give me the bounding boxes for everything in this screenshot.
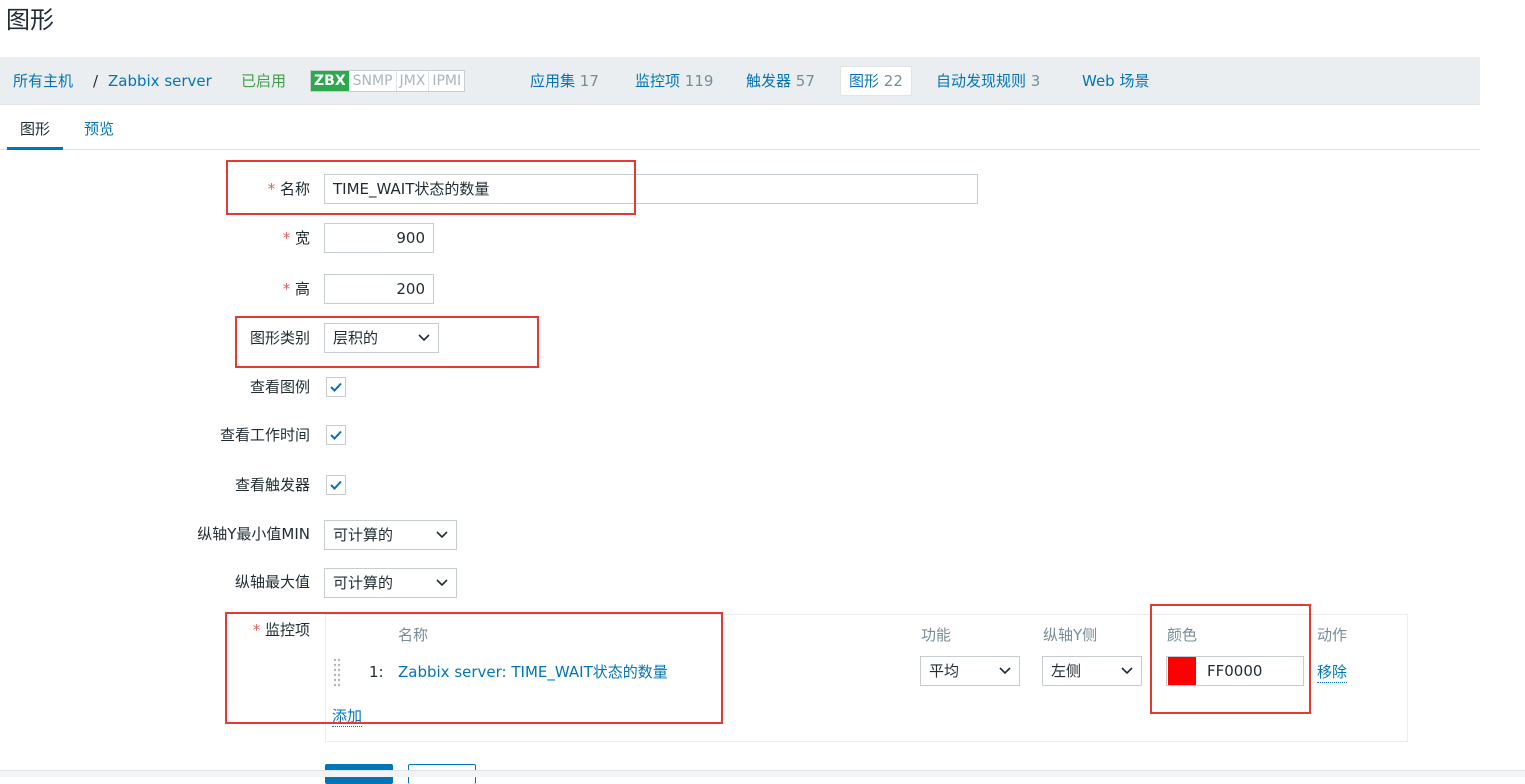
chevron-down-icon xyxy=(1121,667,1133,675)
page-title: 图形 xyxy=(6,6,54,34)
item-index: 1: xyxy=(369,663,384,681)
column-header-function: 功能 xyxy=(921,626,952,644)
color-swatch[interactable] xyxy=(1168,657,1196,685)
show-working-time-checkbox[interactable] xyxy=(326,425,346,445)
column-header-color: 颜色 xyxy=(1167,626,1198,644)
tab-preview[interactable]: 预览 xyxy=(84,119,114,139)
item-axis-select[interactable]: 左侧 xyxy=(1042,656,1142,686)
show-working-time-label: 查看工作时间 xyxy=(219,426,310,444)
show-legend-label: 查看图例 xyxy=(249,378,310,396)
chevron-down-icon xyxy=(436,579,448,587)
chevron-down-icon xyxy=(436,531,448,539)
breadcrumb-separator: / xyxy=(93,72,99,90)
graph-type-label: 图形类别 xyxy=(249,329,310,347)
checkmark-icon xyxy=(330,430,342,440)
height-input[interactable]: 200 xyxy=(324,274,434,304)
form-tabs: 图形 预览 xyxy=(0,105,1480,150)
nav-discovery-rules[interactable]: 自动发现规则 3 xyxy=(936,71,1040,91)
nav-triggers[interactable]: 触发器 57 xyxy=(746,71,815,91)
ymax-select[interactable]: 可计算的 xyxy=(324,568,457,598)
breadcrumb-all-hosts[interactable]: 所有主机 xyxy=(13,71,73,91)
show-triggers-label: 查看触发器 xyxy=(234,476,310,494)
nav-items[interactable]: 监控项 119 xyxy=(635,71,713,91)
column-header-name: 名称 xyxy=(398,626,429,644)
item-name-link[interactable]: Zabbix server: TIME_WAIT状态的数量 xyxy=(398,662,668,682)
name-input[interactable]: TIME_WAIT状态的数量 xyxy=(324,174,978,204)
nav-applications[interactable]: 应用集 17 xyxy=(530,71,599,91)
zbx-badge: ZBX xyxy=(311,71,349,91)
host-navigation: 所有主机 / Zabbix server 已启用 ZBX SNMP JMX IP… xyxy=(0,57,1480,105)
ymax-label: 纵轴最大值 xyxy=(234,573,310,591)
item-function-select[interactable]: 平均 xyxy=(920,656,1020,686)
nav-web-scenarios[interactable]: Web 场景 xyxy=(1082,71,1149,91)
chevron-down-icon xyxy=(999,667,1011,675)
host-status[interactable]: 已启用 xyxy=(241,71,286,91)
checkmark-icon xyxy=(330,480,342,490)
jmx-badge: JMX xyxy=(395,71,429,91)
nav-graphs-active[interactable]: 图形 22 xyxy=(840,66,912,96)
width-label: 宽 xyxy=(283,228,310,248)
column-header-action: 动作 xyxy=(1317,626,1348,644)
column-header-axis: 纵轴Y侧 xyxy=(1043,626,1098,644)
width-input[interactable]: 900 xyxy=(324,223,434,253)
item-remove-link[interactable]: 移除 xyxy=(1317,662,1348,683)
height-label: 高 xyxy=(283,279,310,299)
ipmi-badge: IPMI xyxy=(428,71,464,91)
checkmark-icon xyxy=(330,382,342,392)
snmp-badge: SNMP xyxy=(348,71,396,91)
ymin-label: 纵轴Y最小值MIN xyxy=(197,525,310,543)
breadcrumb-host[interactable]: Zabbix server xyxy=(108,71,212,91)
name-label: 名称 xyxy=(268,179,310,199)
graph-type-select[interactable]: 层积的 xyxy=(324,323,439,353)
ymin-select[interactable]: 可计算的 xyxy=(324,520,457,550)
chevron-down-icon xyxy=(418,334,430,342)
drag-handle-icon[interactable] xyxy=(333,657,341,687)
tab-graph[interactable]: 图形 xyxy=(6,119,64,150)
items-label: 监控项 xyxy=(253,620,310,640)
show-legend-checkbox[interactable] xyxy=(326,377,346,397)
add-item-link[interactable]: 添加 xyxy=(332,706,363,727)
availability-indicators: ZBX SNMP JMX IPMI xyxy=(310,70,466,92)
show-triggers-checkbox[interactable] xyxy=(326,475,346,495)
